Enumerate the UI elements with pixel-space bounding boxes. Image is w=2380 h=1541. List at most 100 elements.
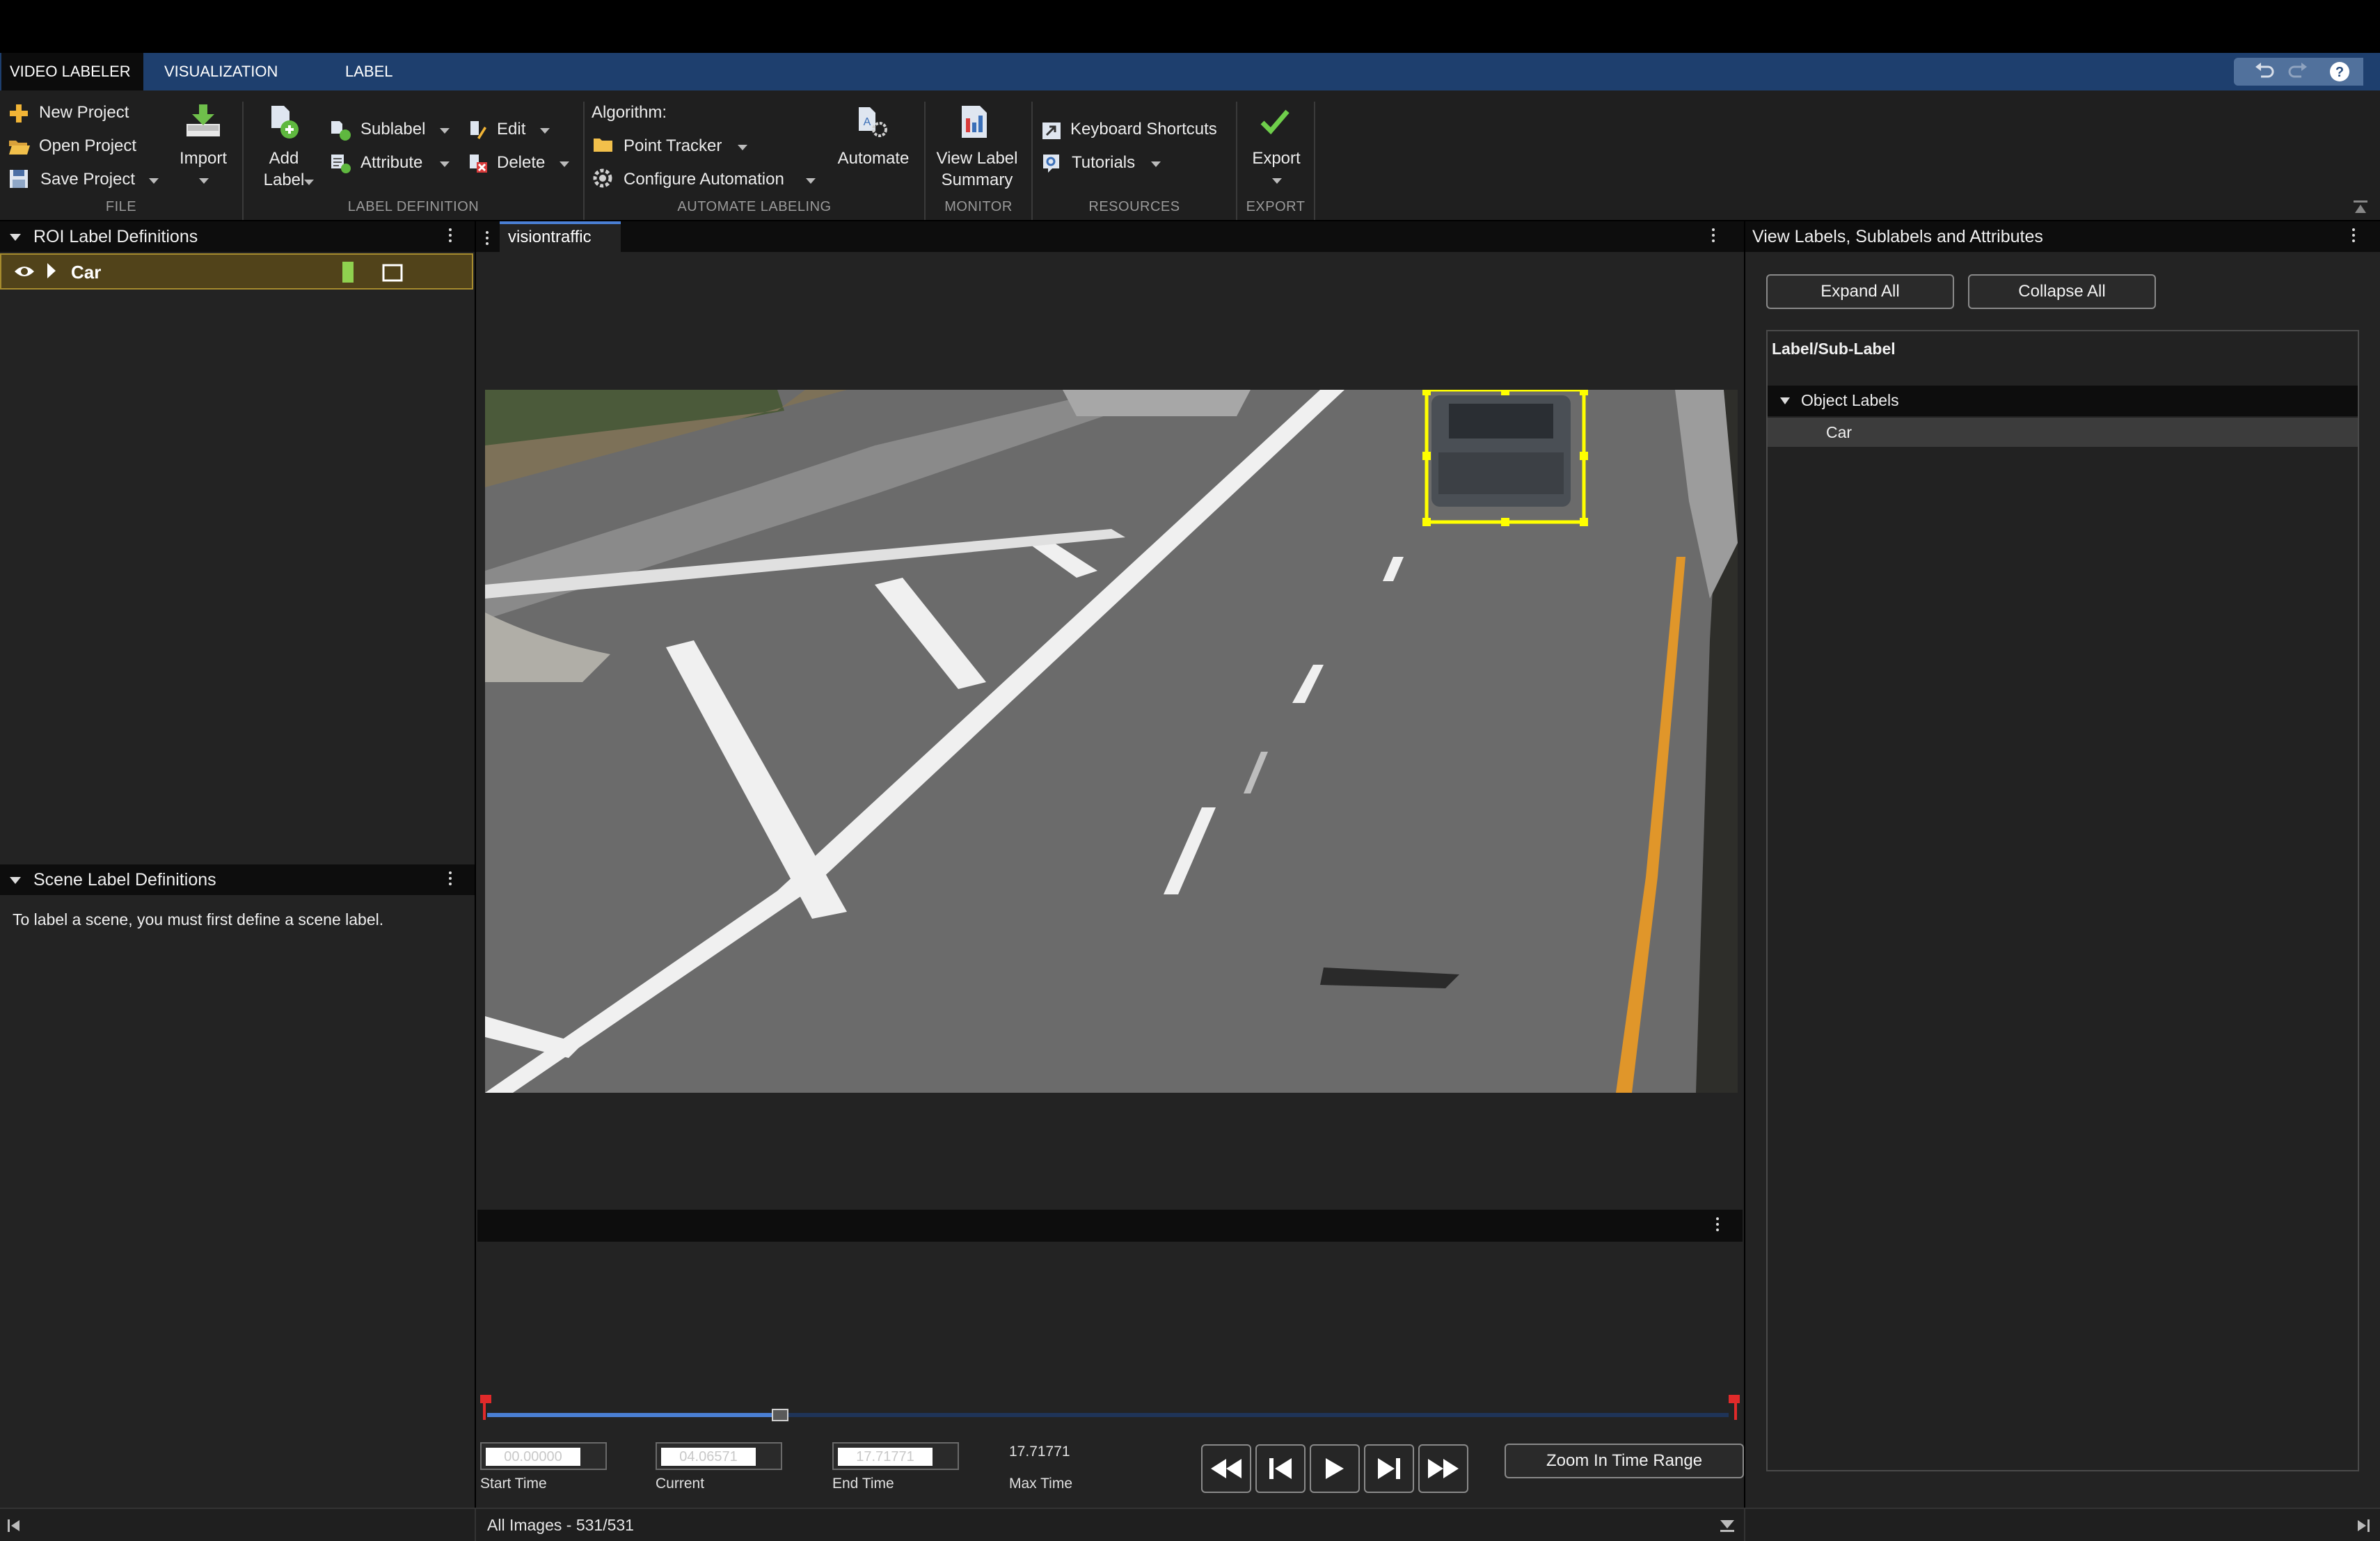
ribbon-separator <box>1314 102 1315 220</box>
label-summary-icon <box>959 104 994 141</box>
collapse-left-icon[interactable] <box>7 1519 21 1533</box>
new-project-icon <box>8 103 29 124</box>
algorithm-select[interactable]: Point Tracker <box>624 136 722 156</box>
scene-panel-header: Scene Label Definitions <box>0 864 475 895</box>
attribute-button[interactable]: Attribute <box>360 153 422 173</box>
tutorials-button[interactable]: Tutorials <box>1072 153 1135 173</box>
checkmark-icon <box>1260 107 1290 135</box>
tab-video-labeler[interactable]: VIDEO LABELER <box>1 53 143 90</box>
eye-icon[interactable] <box>14 264 35 278</box>
redo-icon[interactable] <box>2284 61 2312 83</box>
collapse-right-icon[interactable] <box>2356 1519 2370 1533</box>
open-project-button[interactable]: Open Project <box>39 136 136 156</box>
delete-dropdown-icon[interactable] <box>560 161 569 167</box>
rewind-button[interactable] <box>1201 1444 1251 1493</box>
next-frame-button[interactable] <box>1364 1444 1414 1493</box>
delete-icon <box>468 153 489 174</box>
attribute-dropdown-icon[interactable] <box>440 161 450 167</box>
end-time-marker-icon[interactable] <box>1726 1392 1740 1420</box>
tree-column-header: Label/Sub-Label <box>1772 340 1896 358</box>
tree-item-row[interactable]: Car <box>1768 418 2358 447</box>
roi-label-name: Car <box>71 262 102 283</box>
new-project-button[interactable]: New Project <box>39 103 129 123</box>
export-button[interactable]: Export <box>1239 148 1314 169</box>
import-icon <box>184 104 223 139</box>
status-separator <box>475 1509 476 1541</box>
fast-forward-button[interactable] <box>1418 1444 1468 1493</box>
expand-all-button[interactable]: Expand All <box>1766 274 1954 309</box>
undo-icon[interactable] <box>2251 61 2278 83</box>
tab-label[interactable]: LABEL <box>337 53 402 90</box>
import-dropdown-icon[interactable] <box>199 178 209 184</box>
automate-button[interactable]: Automate <box>828 148 919 169</box>
scene-panel-menu-icon[interactable] <box>449 871 453 888</box>
next-frame-icon <box>1378 1458 1400 1479</box>
open-project-icon <box>8 138 31 156</box>
configure-automation-dropdown-icon[interactable] <box>806 178 816 184</box>
tree-group-label: Object Labels <box>1801 391 1899 409</box>
right-panel-header: View Labels, Sublabels and Attributes <box>1745 221 2380 252</box>
timeline-menu-icon[interactable] <box>1716 1217 1720 1234</box>
start-time-input[interactable]: 00.00000 <box>480 1442 607 1470</box>
play-icon <box>1326 1458 1344 1479</box>
save-project-dropdown-icon[interactable] <box>149 178 159 184</box>
label-color-swatch[interactable] <box>342 262 354 283</box>
section-export: EXPORT <box>1246 199 1306 214</box>
configure-automation-button[interactable]: Configure Automation <box>624 170 784 189</box>
toolstrip-tab-bar: VIDEO LABELER VISUALIZATION LABEL <box>0 53 2380 90</box>
view-label-summary-button[interactable]: View Label Summary <box>927 148 1027 191</box>
collapse-bottom-icon[interactable] <box>1719 1519 1736 1533</box>
collapse-caret-icon[interactable] <box>10 234 21 241</box>
roi-label-row[interactable]: Car <box>0 253 473 290</box>
time-slider[interactable] <box>480 1392 1741 1421</box>
algorithm-label: Algorithm: <box>592 103 667 122</box>
svg-text:A: A <box>864 116 871 128</box>
save-project-button[interactable]: Save Project <box>40 170 135 189</box>
edit-dropdown-icon[interactable] <box>540 128 550 134</box>
video-frame[interactable] <box>485 390 1738 1093</box>
end-time-input[interactable]: 17.71771 <box>832 1442 959 1470</box>
roi-panel-header: ROI Label Definitions <box>0 221 475 252</box>
algorithm-dropdown-icon[interactable] <box>738 145 747 150</box>
previous-frame-icon <box>1269 1458 1292 1479</box>
current-time-input[interactable]: 04.06571 <box>656 1442 782 1470</box>
right-panel-menu-icon[interactable] <box>2352 228 2356 245</box>
play-button[interactable] <box>1310 1444 1360 1493</box>
add-label-line1: Add <box>269 149 299 168</box>
import-button[interactable]: Import <box>167 148 239 169</box>
edit-button[interactable]: Edit <box>497 120 525 139</box>
roi-panel-menu-icon[interactable] <box>449 228 453 245</box>
sublabel-dropdown-icon[interactable] <box>440 128 450 134</box>
tutorials-icon <box>1041 153 1062 174</box>
collapse-caret-icon[interactable] <box>1780 397 1790 404</box>
slider-thumb[interactable] <box>772 1409 789 1421</box>
export-dropdown-icon[interactable] <box>1272 178 1282 184</box>
start-time-marker-icon[interactable] <box>480 1392 494 1420</box>
section-resources: RESOURCES <box>1088 199 1180 214</box>
max-time-label: Max Time <box>1009 1476 1073 1492</box>
keyboard-shortcuts-link[interactable]: Keyboard Shortcuts <box>1070 120 1217 139</box>
add-label-dropdown-icon[interactable] <box>304 180 314 185</box>
tab-visualization[interactable]: VISUALIZATION <box>156 53 286 90</box>
help-icon[interactable]: ? <box>2326 61 2354 83</box>
tab-visiontraffic[interactable]: visiontraffic <box>500 221 621 252</box>
sublabel-button[interactable]: Sublabel <box>360 120 425 139</box>
delete-button[interactable]: Delete <box>497 153 545 173</box>
start-time-value: 00.00000 <box>486 1448 580 1466</box>
current-time-value: 04.06571 <box>661 1448 756 1466</box>
current-time-label: Current <box>656 1476 705 1492</box>
zoom-in-time-range-button[interactable]: Zoom In Time Range <box>1505 1444 1744 1478</box>
automate-icon: A <box>855 106 889 139</box>
expand-caret-icon[interactable] <box>47 263 56 278</box>
scene-panel-title: Scene Label Definitions <box>33 870 216 890</box>
previous-frame-button[interactable] <box>1255 1444 1306 1493</box>
tree-group-row[interactable]: Object Labels <box>1768 386 2358 416</box>
status-bar: All Images - 531/531 <box>0 1508 2380 1541</box>
collapse-ribbon-icon[interactable] <box>2352 199 2369 214</box>
collapse-caret-icon[interactable] <box>10 877 21 884</box>
video-panel-menu-icon[interactable] <box>1712 228 1716 245</box>
drag-handle-icon[interactable] <box>486 231 490 248</box>
tutorials-dropdown-icon[interactable] <box>1151 161 1161 167</box>
collapse-all-button[interactable]: Collapse All <box>1968 274 2156 309</box>
video-tab-bar: visiontraffic <box>476 221 1744 252</box>
